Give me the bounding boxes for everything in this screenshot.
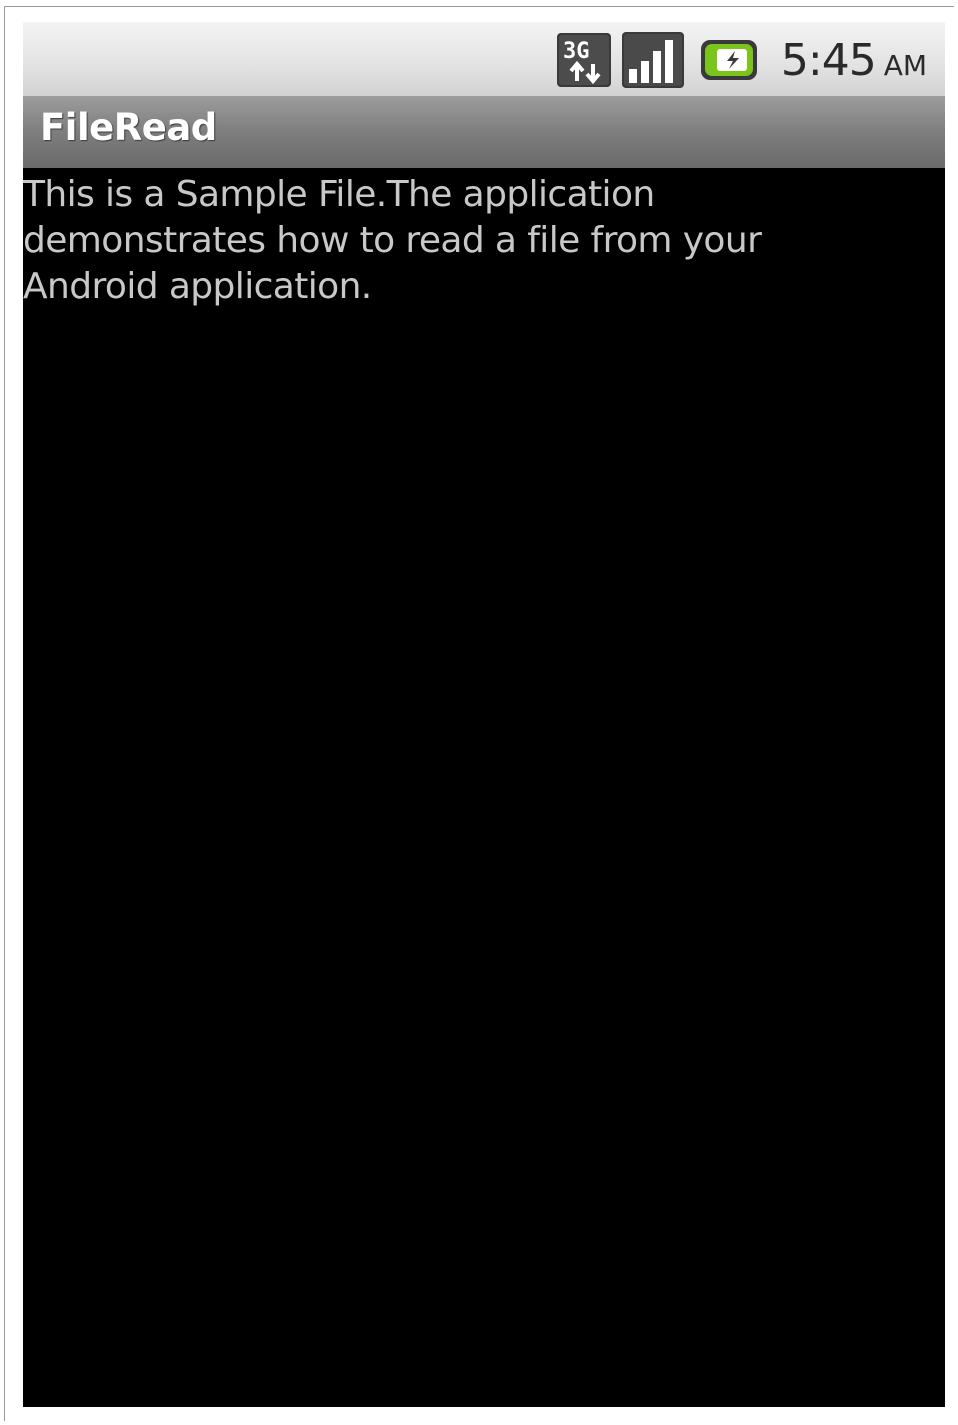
file-text: This is a Sample File.The application de… [23, 174, 762, 307]
phone-screen: 3G 5:45 AM FileRead This is a Sample Fil… [23, 22, 945, 1407]
network-type-label: 3G [563, 39, 590, 64]
app-title: FileRead [40, 106, 217, 149]
status-icons: 3G 5:45 AM [555, 30, 927, 90]
clock-ampm: AM [883, 48, 927, 82]
file-content-area: This is a Sample File.The application de… [23, 172, 945, 310]
status-clock: 5:45 AM [781, 35, 927, 86]
3g-data-icon: 3G [556, 33, 611, 87]
clock-time: 5:45 [780, 34, 877, 86]
signal-strength-icon [621, 32, 684, 88]
app-title-bar: FileRead [23, 96, 945, 168]
battery-charging-icon [700, 40, 757, 80]
status-bar: 3G 5:45 AM [23, 22, 945, 96]
